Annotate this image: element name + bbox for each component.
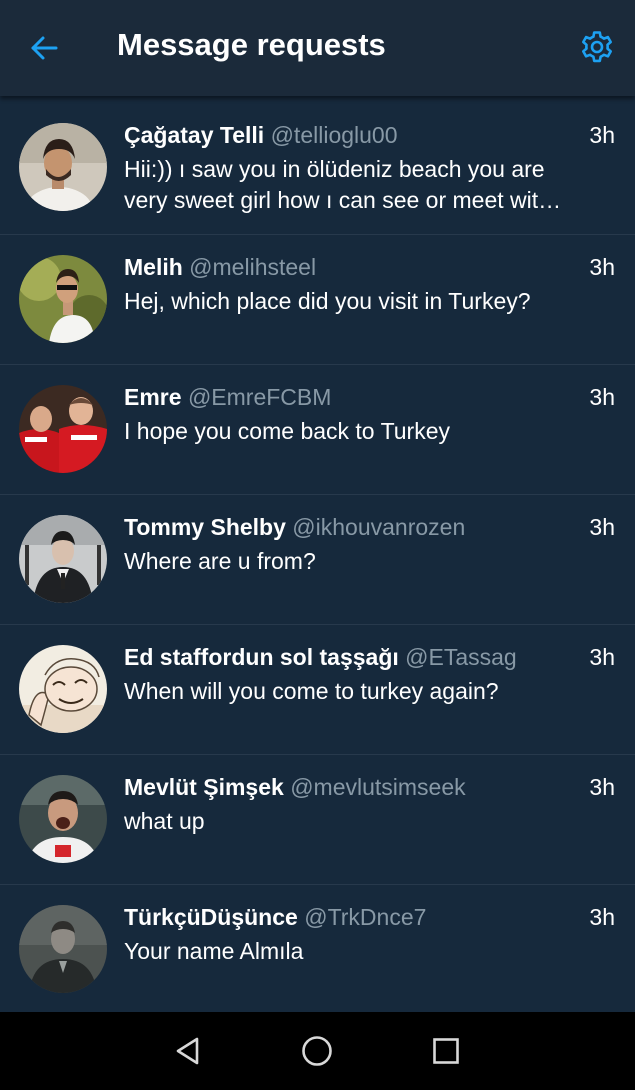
message-request-row[interactable]: TürkçüDüşünce @TrkDnce7 3h Your name Alm… — [0, 885, 635, 1012]
sender-name: Melih — [124, 254, 183, 280]
circle-home-icon — [302, 1036, 332, 1066]
message-preview: I hope you come back to Turkey — [124, 418, 451, 444]
message-preview: When will you come to turkey again? — [124, 678, 499, 704]
timestamp: 3h — [589, 384, 615, 410]
triangle-back-icon — [176, 1037, 199, 1065]
sender-name: Ed staffordun sol taşşağı — [124, 644, 399, 670]
sender-line: Mevlüt Şimşek @mevlutsimseek — [124, 774, 574, 801]
sender-name: Mevlüt Şimşek — [124, 774, 284, 800]
settings-button[interactable] — [574, 24, 620, 70]
timestamp: 3h — [589, 774, 615, 800]
gear-icon — [582, 31, 612, 63]
message-request-row[interactable]: Emre @EmreFCBM 3h I hope you come back t… — [0, 365, 635, 495]
message-preview: Your name Almıla — [124, 938, 304, 964]
sender-handle: @mevlutsimseek — [290, 774, 466, 800]
sender-name: TürkçüDüşünce — [124, 904, 298, 930]
sender-line: Ed staffordun sol taşşağı @ETassag — [124, 644, 574, 671]
message-request-row[interactable]: Ed staffordun sol taşşağı @ETassag 3h Wh… — [0, 625, 635, 755]
sender-line: Tommy Shelby @ikhouvanrozen — [124, 514, 574, 541]
avatar[interactable] — [19, 645, 107, 733]
message-preview: Where are u from? — [124, 548, 316, 574]
message-preview: Hej, which place did you visit in Turkey… — [124, 288, 531, 314]
arrow-left-icon — [31, 36, 58, 60]
sender-line: Çağatay Telli @tellioglu00 — [124, 122, 574, 149]
sender-handle: @melihsteel — [189, 254, 317, 280]
sender-handle: @ikhouvanrozen — [292, 514, 466, 540]
square-recents-icon — [433, 1038, 459, 1064]
back-button[interactable] — [20, 24, 68, 72]
app-window: Message requests Çağatay Telli @telliogl… — [0, 0, 635, 1090]
message-request-row[interactable]: Tommy Shelby @ikhouvanrozen 3h Where are… — [0, 495, 635, 625]
message-request-row[interactable]: Çağatay Telli @tellioglu00 3h Hii:)) ı s… — [0, 103, 635, 235]
sender-name: Emre — [124, 384, 182, 410]
timestamp: 3h — [589, 514, 615, 540]
message-request-row[interactable]: Melih @melihsteel 3h Hej, which place di… — [0, 235, 635, 365]
message-preview: what up — [124, 808, 205, 834]
sender-line: TürkçüDüşünce @TrkDnce7 — [124, 904, 574, 931]
timestamp: 3h — [589, 904, 615, 930]
timestamp: 3h — [589, 254, 615, 280]
system-home-button[interactable] — [297, 1031, 337, 1071]
message-preview: Hii:)) ı saw you in ölüdeniz beach you a… — [124, 156, 562, 213]
sender-name: Çağatay Telli — [124, 122, 265, 148]
avatar[interactable] — [19, 905, 107, 993]
sender-handle: @tellioglu00 — [270, 122, 398, 148]
avatar[interactable] — [19, 775, 107, 863]
avatar[interactable] — [19, 515, 107, 603]
timestamp: 3h — [589, 122, 615, 148]
avatar[interactable] — [19, 123, 107, 211]
sender-handle: @EmreFCBM — [187, 384, 332, 410]
avatar[interactable] — [19, 385, 107, 473]
message-request-list: Çağatay Telli @tellioglu00 3h Hii:)) ı s… — [0, 103, 635, 1012]
sender-line: Melih @melihsteel — [124, 254, 574, 281]
page-title: Message requests — [117, 27, 386, 62]
top-app-bar: Message requests — [0, 0, 635, 96]
timestamp: 3h — [589, 644, 615, 670]
system-navigation-bar — [0, 1012, 635, 1090]
sender-handle: @ETassag — [405, 644, 517, 670]
message-request-row[interactable]: Mevlüt Şimşek @mevlutsimseek 3h what up — [0, 755, 635, 885]
sender-handle: @TrkDnce7 — [304, 904, 427, 930]
system-recents-button[interactable] — [426, 1031, 466, 1071]
sender-name: Tommy Shelby — [124, 514, 286, 540]
system-back-button[interactable] — [168, 1031, 208, 1071]
avatar[interactable] — [19, 255, 107, 343]
sender-line: Emre @EmreFCBM — [124, 384, 574, 411]
